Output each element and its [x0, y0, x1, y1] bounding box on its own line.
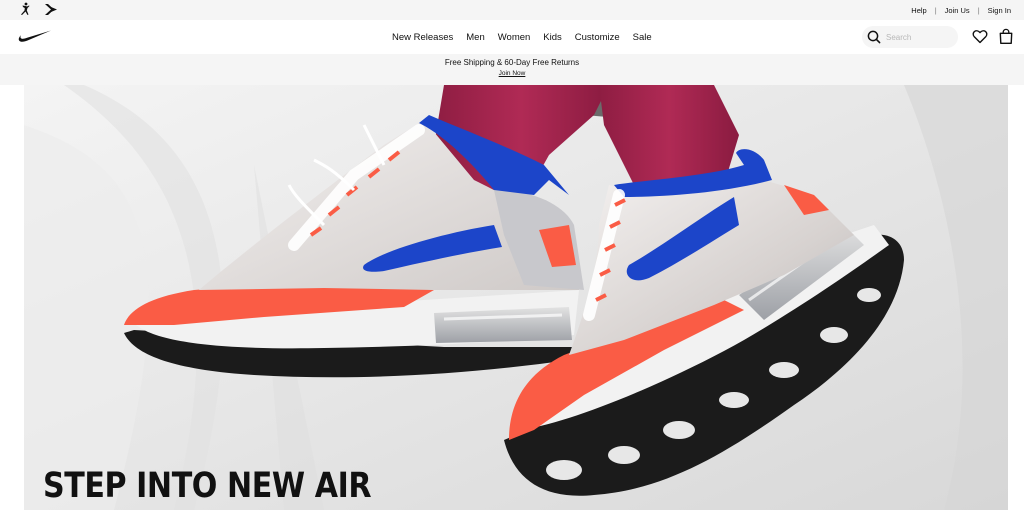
promo-text: Free Shipping & 60-Day Free Returns [444, 58, 580, 67]
bag-icon[interactable] [998, 28, 1014, 50]
nav-new-releases[interactable]: New Releases [392, 32, 453, 43]
separator: | [934, 5, 937, 15]
utility-bar: Help | Join Us | Sign In [0, 0, 1024, 20]
converse-icon[interactable] [43, 2, 59, 22]
hero-banner[interactable]: STEP INTO NEW AIR [24, 85, 1008, 510]
nav-kids[interactable]: Kids [543, 32, 561, 43]
sign-in-link[interactable]: Sign In [988, 6, 1011, 15]
help-link[interactable]: Help [911, 6, 926, 15]
heart-icon[interactable] [972, 29, 988, 49]
nav-customize[interactable]: Customize [575, 32, 620, 43]
jordan-icon[interactable] [18, 2, 32, 22]
hero-image [24, 85, 1008, 510]
join-us-link[interactable]: Join Us [945, 6, 970, 15]
search-icon[interactable] [866, 29, 882, 45]
separator: | [977, 5, 980, 15]
nike-swoosh-icon[interactable] [18, 30, 52, 48]
search-input[interactable] [886, 29, 952, 45]
nav-sale[interactable]: Sale [633, 32, 652, 43]
main-header: New Releases Men Women Kids Customize Sa… [0, 20, 1024, 54]
search-box[interactable] [862, 26, 958, 48]
join-now-link-wrap: Join Now [0, 70, 1024, 77]
main-nav: New Releases Men Women Kids Customize Sa… [392, 20, 665, 54]
nav-women[interactable]: Women [498, 32, 531, 43]
promo-bar: Free Shipping & 60-Day Free Returns Join… [0, 54, 1024, 85]
nav-men[interactable]: Men [466, 32, 484, 43]
hero-headline: STEP INTO NEW AIR [43, 466, 372, 506]
join-now-link[interactable]: Join Now [499, 70, 526, 77]
utility-links: Help | Join Us | Sign In [911, 0, 1011, 20]
